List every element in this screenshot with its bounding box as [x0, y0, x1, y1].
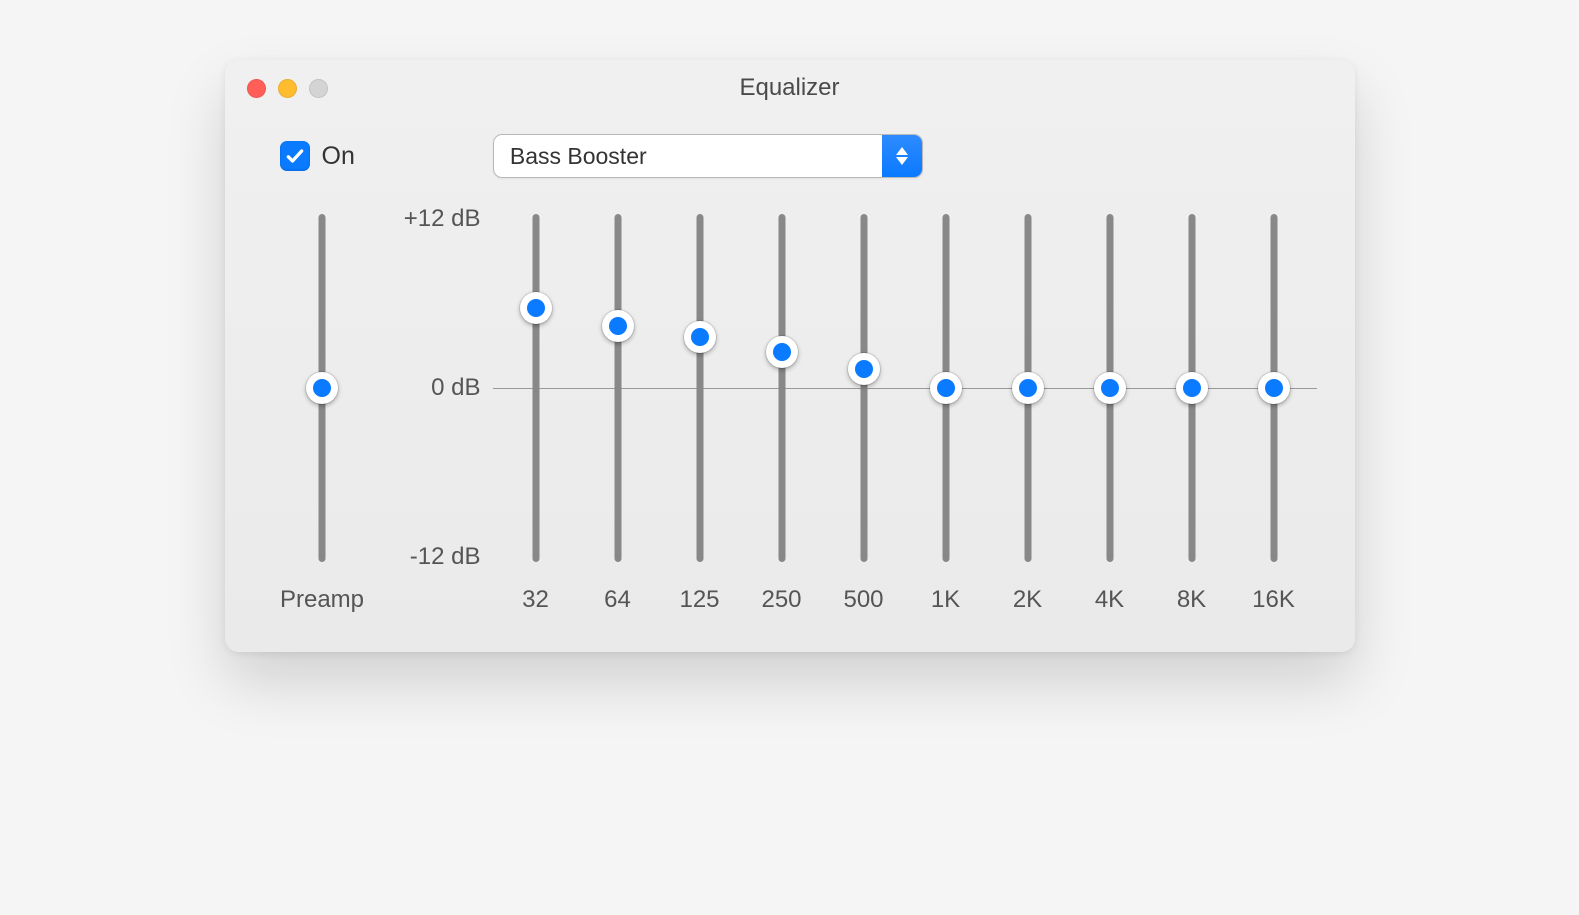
slider-knob[interactable]	[848, 353, 880, 385]
band-4K	[1069, 208, 1151, 568]
zoom-icon[interactable]	[309, 79, 328, 98]
slider-track	[614, 214, 621, 562]
slider-knob[interactable]	[1012, 372, 1044, 404]
slider-track	[778, 214, 785, 562]
titlebar: Equalizer	[225, 60, 1355, 116]
slider-knob[interactable]	[306, 372, 338, 404]
slider-track	[532, 214, 539, 562]
window-title: Equalizer	[225, 74, 1355, 102]
band-slider-64[interactable]	[577, 208, 659, 568]
band-64	[577, 208, 659, 568]
band-slider-2K[interactable]	[987, 208, 1069, 568]
traffic-lights	[247, 79, 328, 98]
band-1K	[905, 208, 987, 568]
on-toggle[interactable]: On	[280, 141, 355, 171]
band-2K	[987, 208, 1069, 568]
band-label-16K: 16K	[1233, 586, 1315, 614]
controls-row: On Bass Booster	[225, 116, 1355, 188]
eq-body: Preamp +12 dB 0 dB -12 dB . 326412525050…	[225, 188, 1355, 642]
band-label-1K: 1K	[905, 586, 987, 614]
band-16K	[1233, 208, 1315, 568]
band-32	[495, 208, 577, 568]
minimize-icon[interactable]	[278, 79, 297, 98]
band-label-2K: 2K	[987, 586, 1069, 614]
slider-knob[interactable]	[1258, 372, 1290, 404]
bands-column: 32641252505001K2K4K8K16K	[495, 208, 1315, 614]
band-250	[741, 208, 823, 568]
chevron-up-down-icon	[882, 135, 922, 177]
close-icon[interactable]	[247, 79, 266, 98]
band-slider-8K[interactable]	[1151, 208, 1233, 568]
slider-track	[860, 214, 867, 562]
band-label-125: 125	[659, 586, 741, 614]
band-slider-16K[interactable]	[1233, 208, 1315, 568]
band-label-8K: 8K	[1151, 586, 1233, 614]
preamp-column: Preamp	[265, 208, 380, 614]
scale-max-label: +12 dB	[404, 205, 481, 233]
slider-knob[interactable]	[930, 372, 962, 404]
slider-knob[interactable]	[766, 336, 798, 368]
slider-knob[interactable]	[684, 321, 716, 353]
band-label-64: 64	[577, 586, 659, 614]
checkbox-icon[interactable]	[280, 141, 310, 171]
band-slider-1K[interactable]	[905, 208, 987, 568]
band-slider-250[interactable]	[741, 208, 823, 568]
band-label-500: 500	[823, 586, 905, 614]
on-label: On	[322, 142, 355, 171]
slider-knob[interactable]	[520, 292, 552, 324]
band-label-250: 250	[741, 586, 823, 614]
scale-min-label: -12 dB	[410, 543, 481, 571]
slider-knob[interactable]	[1094, 372, 1126, 404]
slider-knob[interactable]	[602, 310, 634, 342]
band-500	[823, 208, 905, 568]
scale-column: +12 dB 0 dB -12 dB .	[380, 208, 495, 614]
slider-track	[696, 214, 703, 562]
equalizer-window: Equalizer On Bass Booster Preamp	[225, 60, 1355, 652]
scale-mid-label: 0 dB	[431, 374, 480, 402]
band-slider-4K[interactable]	[1069, 208, 1151, 568]
preamp-slider[interactable]	[265, 208, 380, 568]
band-8K	[1151, 208, 1233, 568]
band-label-32: 32	[495, 586, 577, 614]
band-slider-125[interactable]	[659, 208, 741, 568]
band-slider-500[interactable]	[823, 208, 905, 568]
preset-select[interactable]: Bass Booster	[493, 134, 923, 178]
slider-knob[interactable]	[1176, 372, 1208, 404]
preset-selected-label: Bass Booster	[494, 135, 882, 177]
preamp-label: Preamp	[280, 586, 364, 614]
band-125	[659, 208, 741, 568]
band-label-4K: 4K	[1069, 586, 1151, 614]
band-slider-32[interactable]	[495, 208, 577, 568]
